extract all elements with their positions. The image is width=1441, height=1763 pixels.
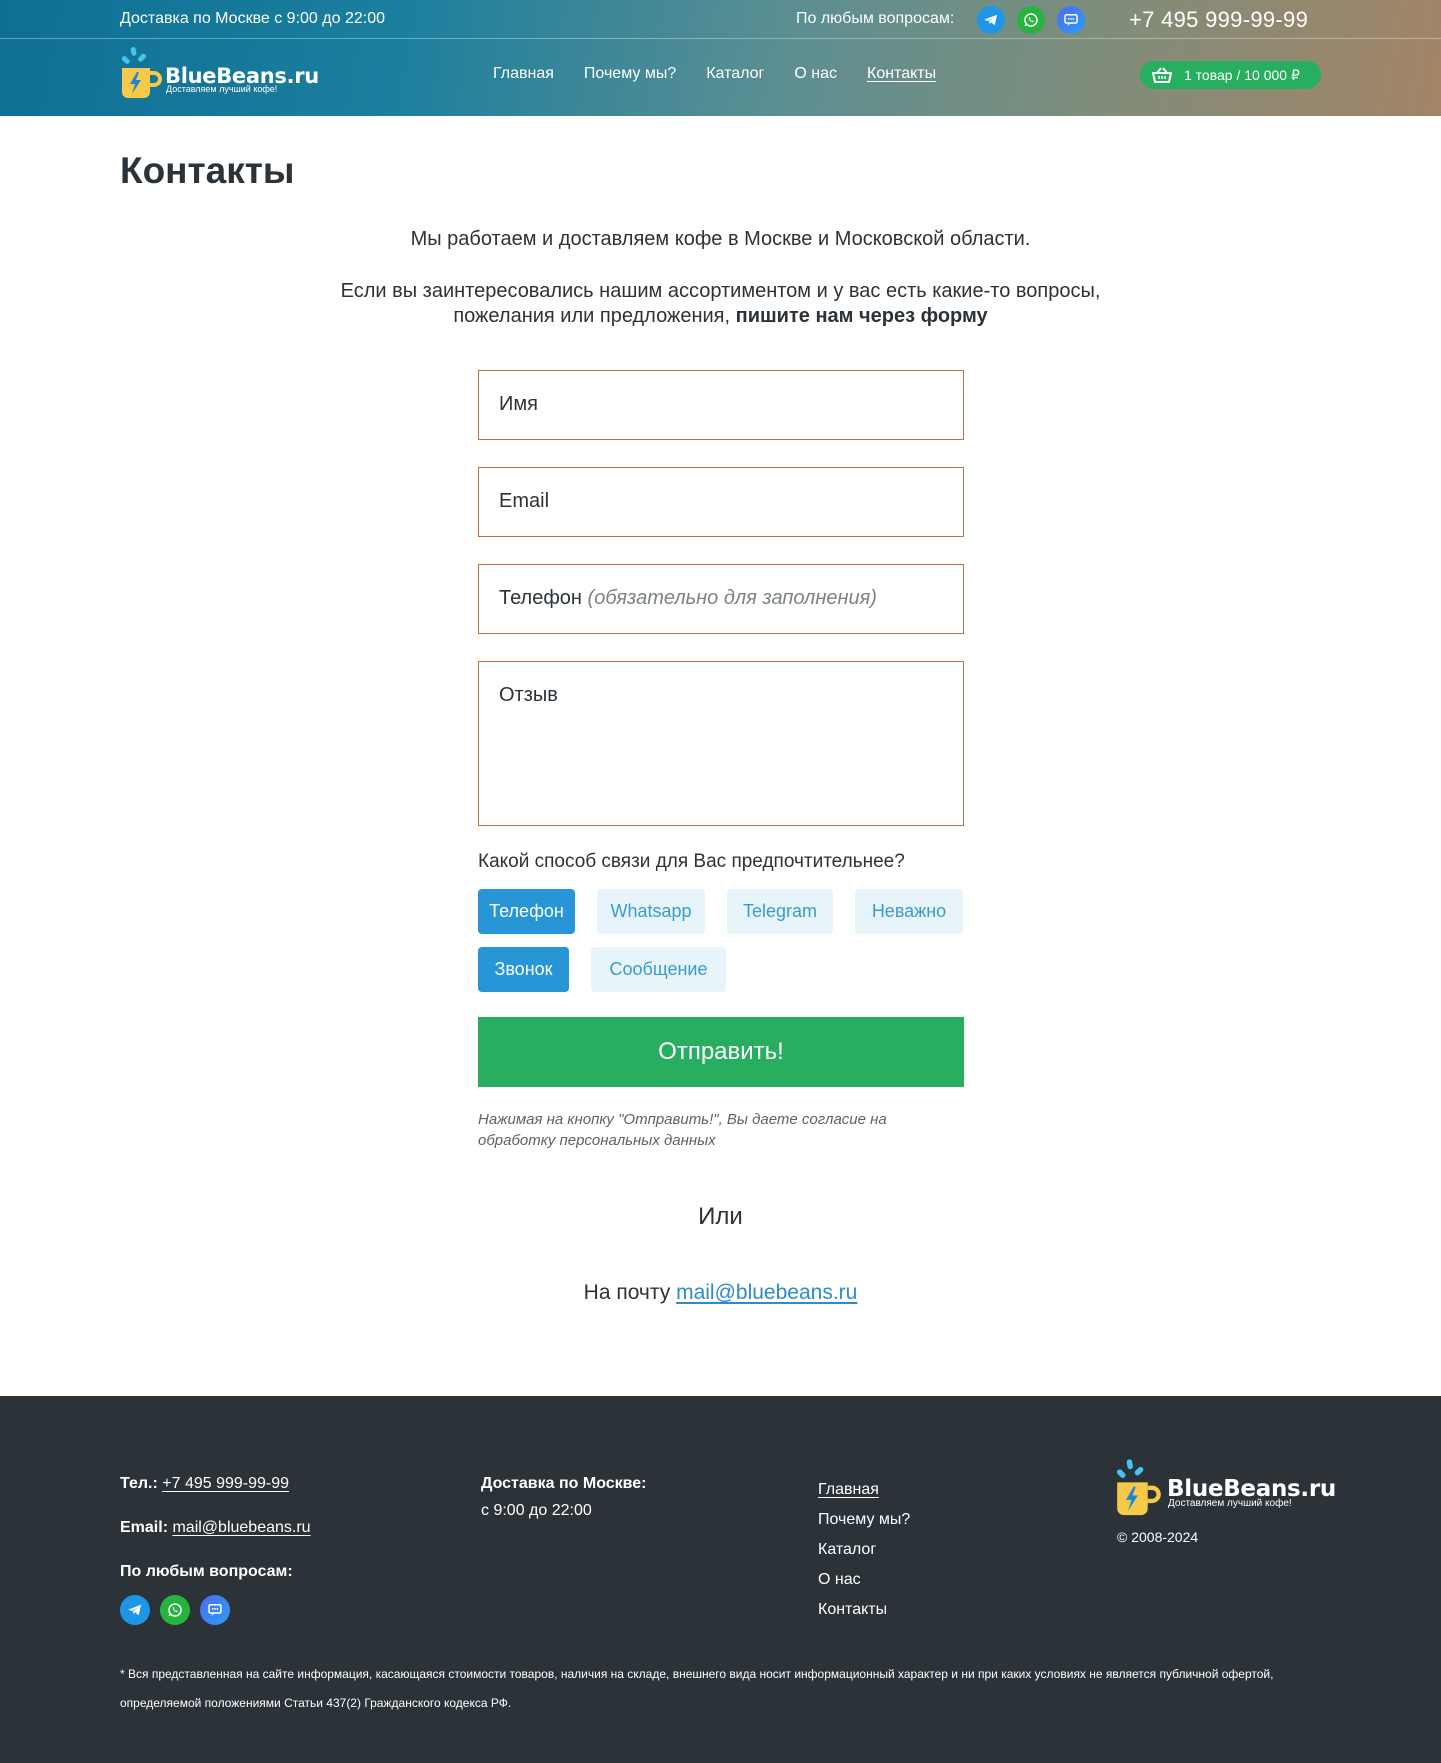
footer-nav: Главная Почему мы? Каталог О нас Контакт…	[818, 1475, 910, 1625]
mail-contact: На почту mail@bluebeans.ru	[0, 1281, 1441, 1305]
phone-required-hint: (обязательно для заполнения)	[587, 587, 877, 609]
telegram-icon[interactable]	[120, 1595, 150, 1625]
footer-nav-why-us[interactable]: Почему мы?	[818, 1505, 910, 1535]
review-textarea[interactable]: Отзыв	[478, 661, 964, 826]
option-no-matter[interactable]: Неважно	[855, 889, 963, 934]
page-title: Контакты	[120, 150, 295, 191]
name-placeholder: Имя	[499, 393, 538, 415]
site-logo[interactable]: BlueBeans.ru Доставляем лучший кофе!	[120, 46, 319, 104]
footer-phone-label: Тел.:	[120, 1475, 158, 1492]
or-divider: Или	[698, 1203, 743, 1230]
chat-icon[interactable]	[1057, 6, 1085, 34]
phone-placeholder: Телефон	[499, 587, 582, 609]
email-field[interactable]: Email	[478, 467, 964, 537]
phone-field[interactable]: Телефон (обязательно для заполнения)	[478, 564, 964, 634]
legal-disclaimer: * Вся представленная на сайте информация…	[120, 1667, 1274, 1710]
option-whatsapp[interactable]: Whatsapp	[597, 889, 705, 934]
footer-phone-link[interactable]: +7 495 999-99-99	[162, 1475, 289, 1492]
footer-delivery-hours: с 9:00 до 22:00	[481, 1502, 592, 1519]
mail-prefix: На почту	[583, 1281, 671, 1304]
basket-icon	[1152, 67, 1172, 83]
cart-button[interactable]: 1 товар / 10 000 ₽	[1140, 61, 1321, 89]
site-header: Доставка по Москве с 9:00 до 22:00 По лю…	[0, 0, 1441, 116]
option-message[interactable]: Сообщение	[591, 947, 726, 992]
option-call[interactable]: Звонок	[478, 947, 569, 992]
footer-questions-text: По любым вопросам:	[120, 1563, 293, 1580]
intro-text: Мы работаем и доставляем кофе в Москве и…	[410, 228, 1031, 250]
contact-preference-question: Какой способ связи для Вас предпочтитель…	[478, 851, 905, 872]
delivery-hours-text: Доставка по Москве с 9:00 до 22:00	[120, 10, 385, 27]
submit-button[interactable]: Отправить!	[478, 1017, 964, 1087]
mail-link[interactable]: mail@bluebeans.ru	[676, 1281, 857, 1304]
footer-nav-catalog[interactable]: Каталог	[818, 1535, 910, 1565]
main-nav: Главная Почему мы? Каталог О нас Контакт…	[493, 65, 966, 83]
option-telegram[interactable]: Telegram	[727, 889, 833, 934]
telegram-icon[interactable]	[977, 6, 1005, 34]
footer-delivery-label-text: Доставка по Москве:	[481, 1475, 647, 1492]
intro-text-2: Если вы заинтересовались нашим ассортиме…	[340, 279, 1101, 329]
coffee-cup-logo-icon	[121, 46, 162, 98]
nav-item-home[interactable]: Главная	[493, 65, 554, 83]
email-placeholder: Email	[499, 490, 550, 512]
coffee-cup-logo-icon	[1116, 1459, 1161, 1516]
footer-delivery-label: Доставка по Москве:	[481, 1475, 647, 1493]
nav-item-catalog[interactable]: Каталог	[706, 65, 764, 83]
footer-questions-label: По любым вопросам:	[120, 1563, 293, 1581]
name-field[interactable]: Имя	[478, 370, 964, 440]
chat-icon[interactable]	[200, 1595, 230, 1625]
footer-logo-tagline: Доставляем лучший кофе!	[1168, 1498, 1292, 1509]
footer-email-link[interactable]: mail@bluebeans.ru	[172, 1519, 310, 1536]
questions-label: По любым вопросам:	[796, 10, 955, 27]
consent-note: Нажимая на кнопку "Отправить!", Вы даете…	[478, 1111, 887, 1149]
footer-phone: Тел.: +7 495 999-99-99	[120, 1475, 289, 1493]
nav-item-about[interactable]: О нас	[794, 65, 837, 83]
nav-item-why-us[interactable]: Почему мы?	[584, 65, 676, 83]
whatsapp-icon[interactable]	[160, 1595, 190, 1625]
footer-logo[interactable]: BlueBeans.ru Доставляем лучший кофе!	[1115, 1458, 1336, 1522]
logo-tagline: Доставляем лучший кофе!	[166, 84, 278, 94]
intro-text-2-bold: пишите нам через форму	[735, 305, 988, 327]
site-footer: Тел.: +7 495 999-99-99 Email: mail@blueb…	[0, 1396, 1441, 1763]
nav-item-contacts[interactable]: Контакты	[867, 65, 936, 83]
copyright: © 2008-2024	[1117, 1529, 1199, 1545]
review-placeholder: Отзыв	[499, 684, 558, 706]
whatsapp-icon[interactable]	[1017, 6, 1045, 34]
footer-email: Email: mail@bluebeans.ru	[120, 1519, 311, 1537]
footer-nav-contacts[interactable]: Контакты	[818, 1595, 910, 1625]
footer-nav-home[interactable]: Главная	[818, 1475, 910, 1505]
footer-email-label: Email:	[120, 1519, 169, 1536]
footer-nav-about[interactable]: О нас	[818, 1565, 910, 1595]
option-phone[interactable]: Телефон	[478, 889, 575, 934]
header-phone-link[interactable]: +7 495 999-99-99	[1129, 7, 1308, 33]
cart-summary: 1 товар / 10 000 ₽	[1184, 66, 1300, 83]
top-bar: Доставка по Москве с 9:00 до 22:00 По лю…	[0, 0, 1441, 39]
